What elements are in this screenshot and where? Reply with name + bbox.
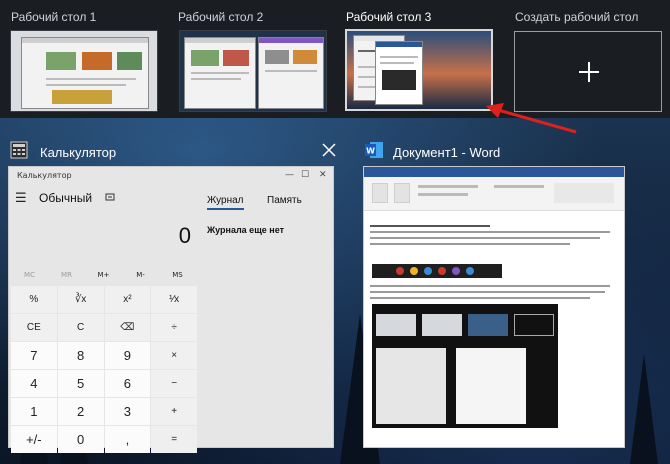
minimize-icon[interactable]: — [285, 170, 294, 180]
calculator-side-panel: Журнал Память Журнала еще нет [199, 185, 333, 447]
calculator-inner-title: Калькулятор [17, 171, 72, 180]
cube-root-button[interactable]: ∛x [57, 286, 104, 313]
word-ribbon [364, 177, 624, 211]
keypad: % ∛x x² ¹⁄x CE C ⌫ ÷ 7 8 9 × 4 5 6 − 1 2… [11, 286, 197, 454]
close-icon[interactable]: ✕ [319, 170, 327, 180]
clear-entry-button[interactable]: CE [11, 314, 57, 341]
red-arrow-annotation [486, 103, 577, 134]
memory-add-button[interactable]: M+ [85, 271, 122, 279]
digit-5-button[interactable]: 5 [57, 370, 104, 397]
desktop-3-label[interactable]: Рабочий стол 3 [346, 10, 431, 24]
digit-9-button[interactable]: 9 [104, 342, 151, 369]
minus-button[interactable]: − [151, 370, 197, 397]
reciprocal-button[interactable]: ¹⁄x [151, 286, 197, 313]
word-titlebar [364, 167, 624, 177]
digit-4-button[interactable]: 4 [11, 370, 57, 397]
equals-button[interactable]: = [151, 426, 197, 453]
desktop-3-thumbnail[interactable] [345, 29, 493, 111]
close-icon[interactable] [322, 143, 336, 157]
keep-on-top-icon[interactable] [105, 192, 115, 202]
calculator-display: 0 [178, 223, 191, 248]
backspace-button[interactable]: ⌫ [104, 314, 151, 341]
desktop-3-mini-word [375, 41, 423, 105]
word-window-preview[interactable] [363, 166, 625, 448]
history-empty-text: Журнала еще нет [207, 225, 285, 235]
new-desktop-label[interactable]: Создать рабочий стол [515, 10, 638, 24]
menu-icon[interactable]: ☰ [15, 191, 27, 206]
digit-0-button[interactable]: 0 [57, 426, 104, 453]
memory-store-button[interactable]: MS [159, 271, 196, 279]
memory-subtract-button[interactable]: M- [122, 271, 159, 279]
maximize-icon[interactable]: ☐ [301, 170, 309, 180]
calculator-window-preview[interactable]: Калькулятор — ☐ ✕ ☰ Обычный 0 MC MR M+ M… [8, 166, 334, 453]
memory-row: MC MR M+ M- MS [11, 271, 197, 279]
divide-button[interactable]: ÷ [151, 314, 197, 341]
negate-button[interactable]: +/- [11, 426, 57, 453]
memory-clear-button[interactable]: MC [11, 271, 48, 279]
desktop-1-mini-window [21, 37, 149, 109]
percent-button[interactable]: % [11, 286, 57, 313]
tab-history[interactable]: Журнал [207, 195, 244, 210]
desktop-2-label[interactable]: Рабочий стол 2 [178, 10, 263, 24]
calculator-main: ☰ Обычный 0 MC MR M+ M- MS % ∛x x² ¹⁄x C… [9, 185, 199, 453]
calculator-titlebar: Калькулятор — ☐ ✕ [9, 167, 333, 185]
decimal-button[interactable]: , [104, 426, 151, 453]
digit-1-button[interactable]: 1 [11, 398, 57, 425]
digit-3-button[interactable]: 3 [104, 398, 151, 425]
desktop-1-thumbnail[interactable] [10, 30, 158, 112]
tab-memory[interactable]: Память [267, 195, 302, 206]
desktop-2-mini-window-left [184, 37, 256, 109]
desktop-2-thumbnail[interactable] [179, 30, 327, 112]
digit-7-button[interactable]: 7 [11, 342, 57, 369]
svg-text:W: W [366, 147, 375, 156]
digit-6-button[interactable]: 6 [104, 370, 151, 397]
word-doc-image-screenshot [372, 304, 558, 428]
desktop-2-mini-window-right [258, 37, 324, 109]
calculator-app-icon [10, 141, 28, 159]
word-app-icon: W [365, 142, 383, 158]
digit-2-button[interactable]: 2 [57, 398, 104, 425]
digit-8-button[interactable]: 8 [57, 342, 104, 369]
word-doc-image-taskbar [372, 264, 502, 278]
memory-recall-button[interactable]: MR [48, 271, 85, 279]
calculator-window-title[interactable]: Калькулятор [40, 145, 116, 160]
plus-button[interactable]: + [151, 398, 197, 425]
clear-button[interactable]: C [57, 314, 104, 341]
word-window-title[interactable]: Документ1 - Word [393, 145, 500, 160]
desktop-1-label[interactable]: Рабочий стол 1 [11, 10, 96, 24]
multiply-button[interactable]: × [151, 342, 197, 369]
calculator-mode[interactable]: Обычный [39, 191, 92, 205]
square-button[interactable]: x² [104, 286, 151, 313]
